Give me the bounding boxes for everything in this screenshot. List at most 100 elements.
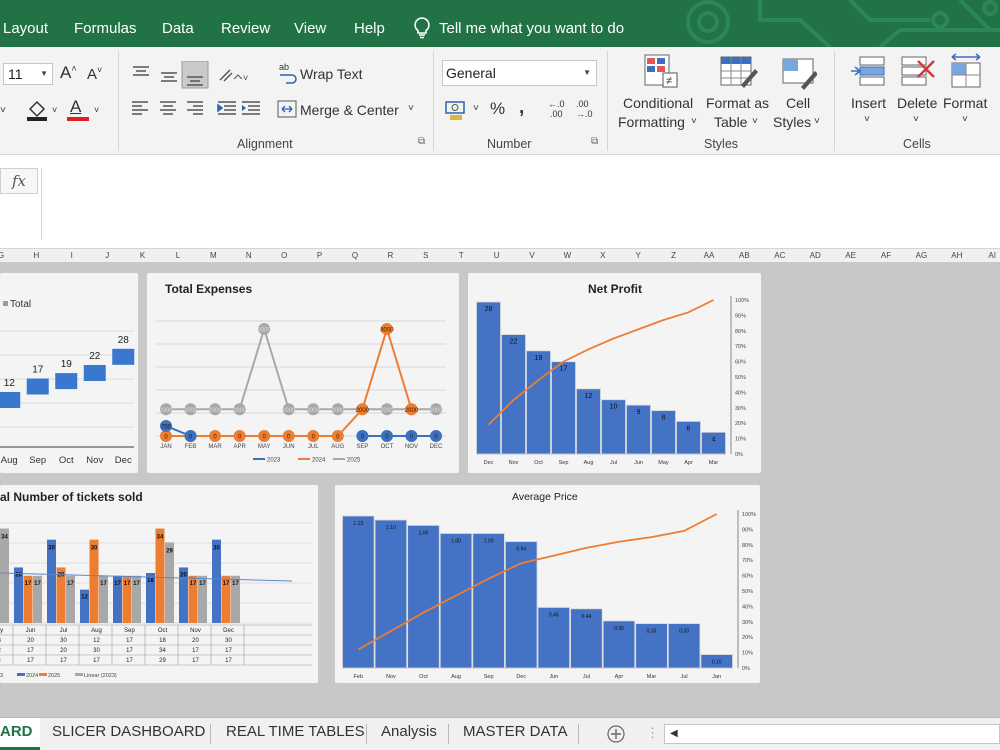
column-header-af[interactable]: AF: [881, 251, 891, 260]
horizontal-align-icons[interactable]: [130, 99, 242, 119]
column-header-ab[interactable]: AB: [739, 251, 750, 260]
font-color-icon[interactable]: A: [67, 97, 89, 121]
format-button[interactable]: Format: [943, 95, 987, 111]
column-header-o[interactable]: O: [281, 251, 287, 260]
sheet-tab-analysis[interactable]: Analysis: [381, 723, 437, 740]
insert-cells-icon[interactable]: [850, 55, 886, 91]
conditional-formatting-icon[interactable]: ≠: [643, 53, 679, 89]
insert-button[interactable]: Insert: [851, 95, 886, 111]
shrink-font-icon[interactable]: A˅: [87, 65, 102, 83]
chevron-down-icon[interactable]: ˅: [473, 103, 479, 114]
column-header-t[interactable]: T: [459, 251, 464, 260]
column-header-h[interactable]: H: [34, 251, 40, 260]
chevron-down-icon[interactable]: ˅: [864, 114, 870, 125]
dialog-launcher-icon[interactable]: ⧉: [418, 136, 425, 147]
column-header-ae[interactable]: AE: [845, 251, 856, 260]
orientation-icon[interactable]: ˅: [216, 65, 250, 85]
insert-function-button[interactable]: fx: [0, 168, 38, 194]
font-size-box[interactable]: 11 ▼: [3, 63, 53, 85]
column-header-y[interactable]: Y: [636, 251, 641, 260]
chevron-down-icon[interactable]: ˅: [913, 114, 919, 125]
menu-formulas[interactable]: Formulas: [74, 20, 137, 37]
conditional-formatting-label-2[interactable]: Formatting: [618, 114, 685, 130]
chevron-down-icon[interactable]: ˅: [814, 116, 820, 127]
column-header-ad[interactable]: AD: [810, 251, 821, 260]
percent-style-icon[interactable]: %: [490, 99, 505, 119]
data-label: 2000: [307, 408, 321, 414]
sheet-tab-slicer-dashboard[interactable]: SLICER DASHBOARD: [52, 723, 205, 740]
delete-cells-icon[interactable]: [900, 55, 936, 91]
format-cells-icon[interactable]: [948, 53, 984, 91]
horizontal-scrollbar[interactable]: ◀: [664, 724, 1000, 744]
menu-layout[interactable]: Layout: [3, 20, 48, 37]
tickets-sold-card[interactable]: al Number of tickets sold 12342017173020…: [0, 485, 318, 683]
chevron-down-icon[interactable]: ˅: [962, 114, 968, 125]
fill-color-icon[interactable]: [25, 97, 49, 121]
dialog-launcher-icon[interactable]: ⧉: [591, 136, 598, 147]
column-header-s[interactable]: S: [423, 251, 428, 260]
net-profit-card[interactable]: Net Profit 0% 10% 20% 30% 40% 50% 60% 70% 80% 90%…: [468, 273, 761, 473]
merge-center-icon[interactable]: [277, 99, 297, 119]
column-header-z[interactable]: Z: [671, 251, 676, 260]
column-header-u[interactable]: U: [494, 251, 500, 260]
sheet-tab-master-data[interactable]: MASTER DATA: [463, 723, 567, 740]
menu-view[interactable]: View: [294, 20, 326, 37]
column-header-k[interactable]: K: [140, 251, 145, 260]
cell-styles-label-2[interactable]: Styles: [773, 114, 811, 130]
grow-font-icon[interactable]: A˄: [60, 63, 77, 83]
active-sheet-tab[interactable]: ARD: [0, 718, 40, 750]
cell-styles-icon[interactable]: [781, 55, 817, 91]
column-header-q[interactable]: Q: [352, 251, 358, 260]
chevron-down-icon[interactable]: ˅: [94, 105, 99, 115]
chevron-down-icon[interactable]: ˅: [408, 103, 414, 114]
column-header-v[interactable]: V: [529, 251, 534, 260]
chevron-down-icon[interactable]: ˅: [0, 105, 6, 116]
decimal-icons[interactable]: ←.0.00.00→.0: [546, 97, 602, 121]
wrap-text-button[interactable]: Wrap Text: [300, 66, 363, 82]
number-format-box[interactable]: General ▼: [442, 60, 597, 86]
column-header-r[interactable]: R: [388, 251, 394, 260]
column-header-ag[interactable]: AG: [916, 251, 928, 260]
chevron-down-icon[interactable]: ˅: [52, 105, 57, 115]
tell-me-box[interactable]: Tell me what you want to do: [413, 17, 624, 39]
chevron-down-icon[interactable]: ˅: [752, 116, 758, 127]
column-header-l[interactable]: L: [176, 251, 180, 260]
cell-styles-label-1[interactable]: Cell: [786, 95, 810, 111]
vertical-align-icons[interactable]: [130, 61, 210, 91]
merge-center-button[interactable]: Merge & Center: [300, 102, 399, 118]
add-sheet-icon[interactable]: [607, 725, 625, 743]
column-header-p[interactable]: P: [317, 251, 322, 260]
column-header-ac[interactable]: AC: [774, 251, 785, 260]
total-chart-card[interactable]: Total 12 Aug 17 Sep 19 Oct 22 Nov 28 Dec: [0, 273, 138, 473]
average-price-card[interactable]: Average Price 0% 10% 20% 30% 40% 50% 60% 70% 80%…: [335, 485, 760, 683]
column-header-g[interactable]: G: [0, 251, 4, 260]
conditional-formatting-label-1[interactable]: Conditional: [623, 95, 693, 111]
sheet-tab-real-time-tables[interactable]: REAL TIME TABLES: [226, 723, 365, 740]
wrap-text-icon[interactable]: ab: [278, 61, 298, 85]
column-header-i[interactable]: I: [71, 251, 73, 260]
more-options-icon[interactable]: ⋮: [646, 725, 659, 741]
column-header-m[interactable]: M: [210, 251, 217, 260]
formula-input[interactable]: [41, 168, 1000, 240]
column-header-j[interactable]: J: [105, 251, 109, 260]
column-header-ah[interactable]: AH: [951, 251, 962, 260]
delete-button[interactable]: Delete: [897, 95, 937, 111]
menu-data[interactable]: Data: [162, 20, 194, 37]
menu-review[interactable]: Review: [221, 20, 270, 37]
increase-indent-icon[interactable]: [240, 99, 264, 119]
x-tick-label: Jun: [634, 460, 643, 466]
column-header-ai[interactable]: AI: [988, 251, 996, 260]
column-header-x[interactable]: X: [600, 251, 605, 260]
accounting-format-icon[interactable]: [444, 99, 470, 121]
scroll-left-icon[interactable]: ◀: [670, 728, 678, 739]
format-as-table-icon[interactable]: [719, 55, 759, 91]
format-as-table-label-2[interactable]: Table: [714, 114, 747, 130]
chevron-down-icon[interactable]: ˅: [691, 116, 697, 127]
comma-style-icon[interactable]: ,: [519, 97, 524, 119]
column-header-aa[interactable]: AA: [704, 251, 715, 260]
column-header-w[interactable]: W: [564, 251, 572, 260]
menu-help[interactable]: Help: [354, 20, 385, 37]
format-as-table-label-1[interactable]: Format as: [706, 95, 769, 111]
column-header-n[interactable]: N: [246, 251, 252, 260]
total-expenses-card[interactable]: Total Expenses 2000 2000 2000 2000 8000 2000 2…: [147, 273, 459, 473]
